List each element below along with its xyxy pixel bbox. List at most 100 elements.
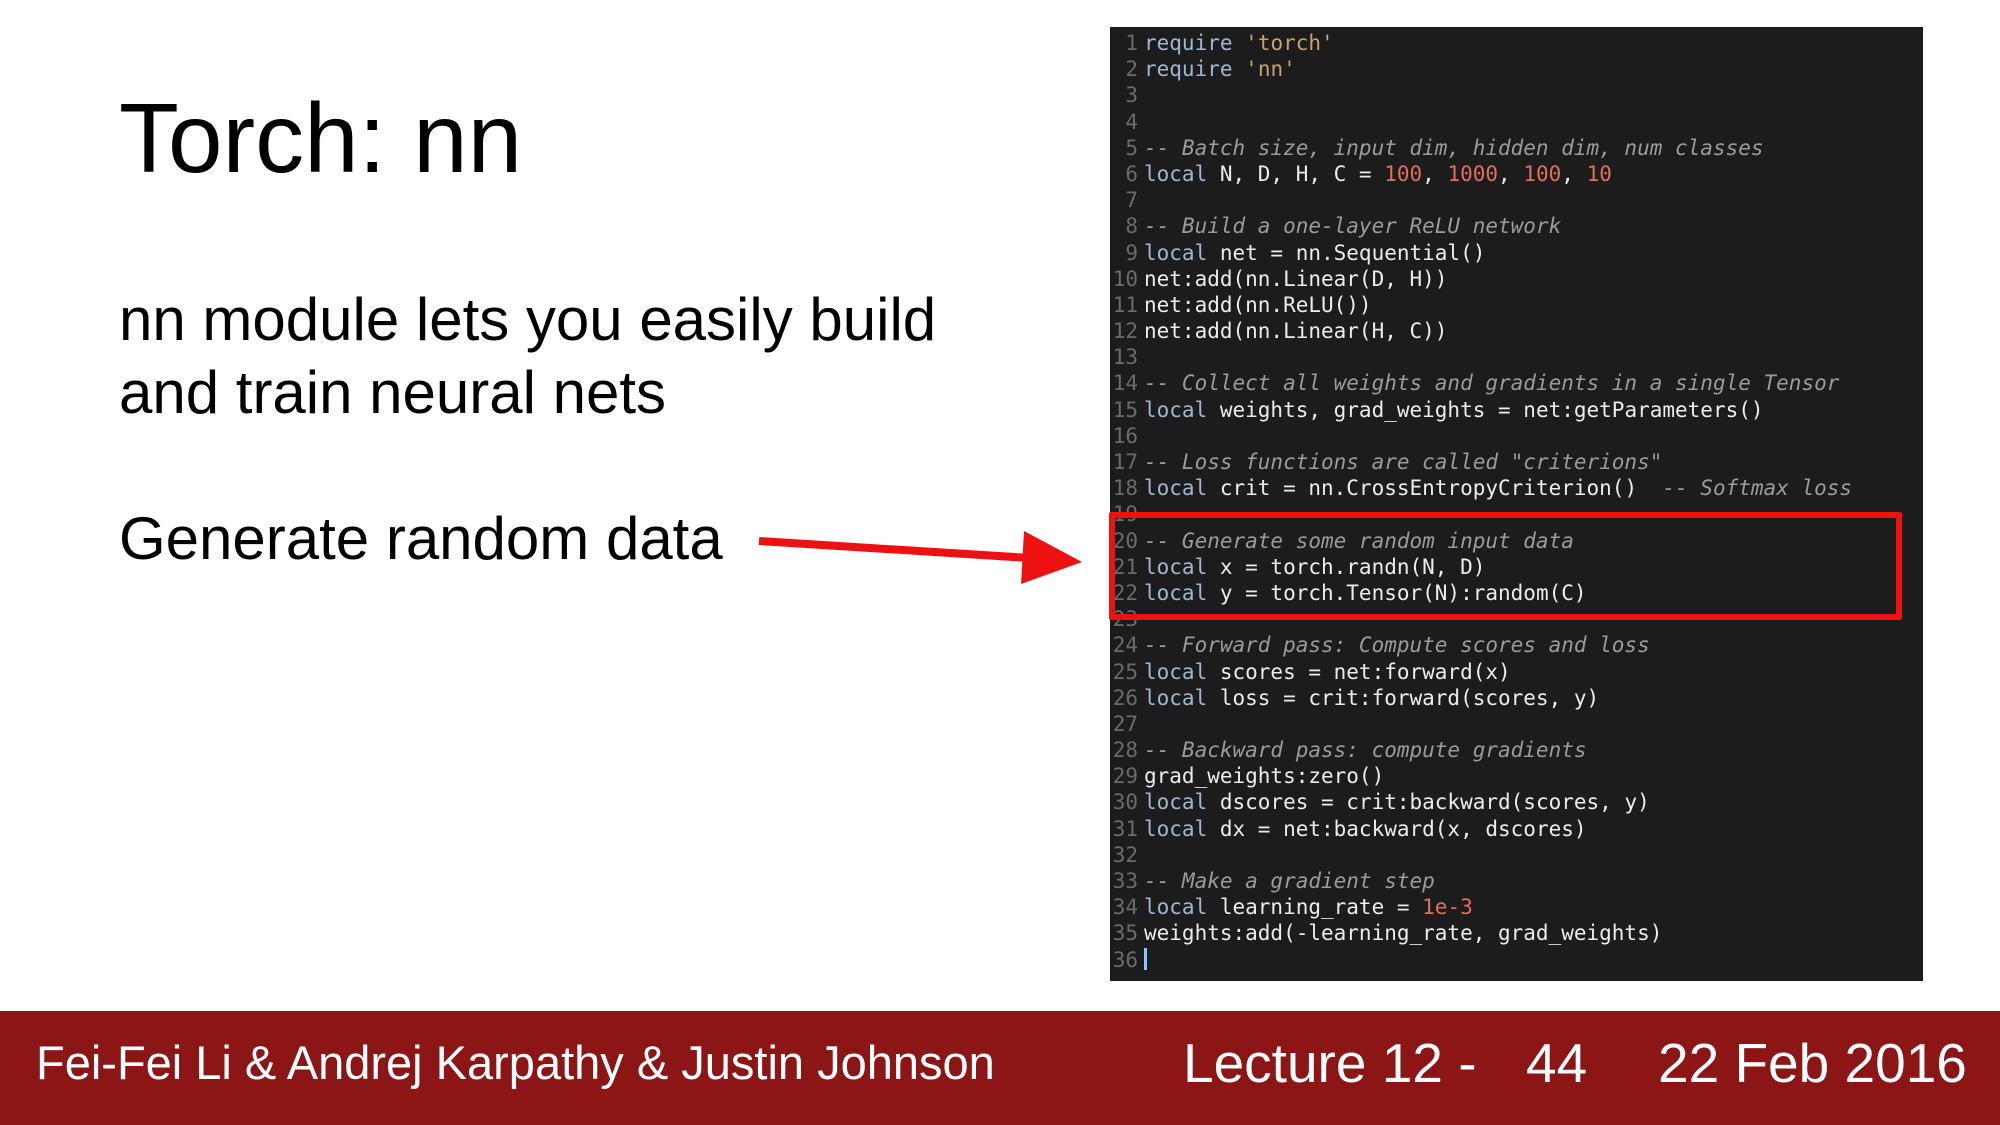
- code-token: N, D, H, C =: [1207, 161, 1385, 186]
- footer-lecture: Lecture 12 -: [1183, 1032, 1477, 1094]
- code-token: 100: [1523, 161, 1562, 186]
- code-token: grad_weights:zero(): [1144, 764, 1385, 789]
- code-token: ,: [1498, 161, 1524, 186]
- line-number: 27: [1112, 711, 1138, 736]
- code-line: 3: [1110, 82, 1923, 108]
- code-line: 27: [1110, 711, 1923, 737]
- line-number: 11: [1112, 292, 1138, 317]
- code-lines: 1 require 'torch' 2 require 'nn' 3 4 5 -- Batch…: [1110, 30, 1923, 973]
- code-line: 26 local loss = crit:forward(scores, y): [1110, 685, 1923, 711]
- code-line: 24 -- Forward pass: Compute scores and lo…: [1110, 632, 1923, 658]
- code-token: -- Batch size, input dim, hidden dim, nu…: [1144, 135, 1764, 160]
- code-token: local: [1144, 816, 1208, 841]
- code-token: -- Collect all weights and gradients in …: [1144, 371, 1840, 396]
- footer-authors: Fei-Fei Li & Andrej Karpathy & Justin Jo…: [36, 1036, 995, 1089]
- line-number: 2: [1125, 57, 1138, 82]
- code-token: local: [1144, 895, 1208, 920]
- code-token: weights, grad_weights = net:getParameter…: [1207, 397, 1764, 422]
- code-token: require: [1144, 57, 1233, 82]
- code-line: 8 -- Build a one-layer ReLU network: [1110, 213, 1923, 239]
- code-line: 10 net:add(nn.Linear(D, H)): [1110, 266, 1923, 292]
- code-token: -- Make a gradient step: [1144, 869, 1435, 893]
- code-line: 29 grad_weights:zero(): [1110, 763, 1923, 789]
- code-token: loss = crit:forward(scores, y): [1207, 685, 1600, 710]
- line-number: 6: [1125, 161, 1138, 186]
- code-line: 35 weights:add(-learning_rate, grad_weigh…: [1110, 920, 1923, 946]
- code-line: 30 local dscores = crit:backward(scores, …: [1110, 789, 1923, 815]
- footer-date: 22 Feb 2016: [1658, 1032, 1967, 1094]
- line-number: 8: [1125, 214, 1138, 239]
- line-number: 7: [1125, 188, 1138, 213]
- footer-page-number: 44: [1526, 1032, 1588, 1094]
- code-token: ,: [1561, 161, 1587, 186]
- description-line-1: nn module lets you easily build: [119, 286, 937, 353]
- code-token: -- Backward pass: compute gradients: [1144, 738, 1587, 763]
- code-line: 32: [1110, 842, 1923, 868]
- code-token: dscores = crit:backward(scores, y): [1207, 790, 1650, 815]
- code-line: 28 -- Backward pass: compute gradients: [1110, 737, 1923, 763]
- line-number: 32: [1112, 842, 1138, 867]
- code-line: 9 local net = nn.Sequential(): [1110, 240, 1923, 266]
- line-number: 30: [1112, 790, 1138, 815]
- line-number: 14: [1112, 371, 1138, 396]
- code-token: 'torch': [1245, 31, 1334, 55]
- code-line: 1 require 'torch': [1110, 30, 1923, 56]
- code-token: local: [1144, 161, 1208, 186]
- line-number: 15: [1112, 397, 1138, 422]
- description-line-2: and train neural nets: [119, 359, 667, 426]
- code-line: 17 -- Loss functions are called "criterio…: [1110, 449, 1923, 475]
- code-token: local: [1144, 685, 1208, 710]
- line-number: 16: [1112, 423, 1138, 448]
- code-line: 7: [1110, 187, 1923, 213]
- code-line: 13: [1110, 344, 1923, 370]
- code-token: -- Loss functions are called "criterions…: [1144, 450, 1663, 474]
- callout-text: Generate random data: [119, 505, 723, 572]
- code-token: learning_rate =: [1207, 895, 1423, 920]
- line-number: 28: [1112, 738, 1138, 763]
- line-number: 26: [1112, 685, 1138, 710]
- text-cursor: [1144, 947, 1147, 970]
- code-line: 15 local weights, grad_weights = net:getP…: [1110, 397, 1923, 423]
- code-token: net:add(nn.Linear(H, C)): [1144, 319, 1448, 344]
- line-number: 36: [1112, 947, 1138, 972]
- code-token: local: [1144, 790, 1208, 815]
- code-line: 5 -- Batch size, input dim, hidden dim, n…: [1110, 135, 1923, 161]
- code-editor: 1 require 'torch' 2 require 'nn' 3 4 5 -- Batch…: [1110, 27, 1923, 981]
- code-line: 14 -- Collect all weights and gradients i…: [1110, 370, 1923, 396]
- code-line: 6 local N, D, H, C = 100, 1000, 100, 10: [1110, 161, 1923, 187]
- code-token: -- Softmax loss: [1662, 476, 1853, 501]
- highlight-box: [1109, 512, 1902, 620]
- code-line: 12 net:add(nn.Linear(H, C)): [1110, 318, 1923, 344]
- code-token: 10: [1586, 161, 1612, 186]
- code-token: local: [1144, 476, 1208, 501]
- line-number: 17: [1112, 450, 1138, 474]
- code-token: 1000: [1447, 161, 1499, 186]
- code-line: 25 local scores = net:forward(x): [1110, 659, 1923, 685]
- code-token: scores = net:forward(x): [1207, 659, 1511, 684]
- code-token: net = nn.Sequential(): [1207, 240, 1486, 265]
- code-token: local: [1144, 659, 1208, 684]
- code-token: 1e-3: [1422, 895, 1473, 920]
- line-number: 34: [1112, 895, 1138, 920]
- code-token: local: [1144, 397, 1208, 422]
- line-number: 9: [1125, 240, 1138, 265]
- code-token: -- Build a one-layer ReLU network: [1144, 214, 1562, 239]
- code-line: 31 local dx = net:backward(x, dscores): [1110, 816, 1923, 842]
- code-token: 100: [1384, 161, 1423, 186]
- line-number: 25: [1112, 659, 1138, 684]
- code-token: net:add(nn.Linear(D, H)): [1144, 266, 1448, 291]
- code-token: dx = net:backward(x, dscores): [1207, 816, 1587, 841]
- line-number: 5: [1125, 135, 1138, 160]
- code-token: net:add(nn.ReLU()): [1144, 292, 1372, 317]
- code-token: -- Forward pass: Compute scores and loss: [1144, 633, 1650, 658]
- code-token: 'nn': [1245, 57, 1296, 82]
- line-number: 24: [1112, 633, 1138, 658]
- code-line: 11 net:add(nn.ReLU()): [1110, 292, 1923, 318]
- code-line: 4: [1110, 109, 1923, 135]
- code-line: 34 local learning_rate = 1e-3: [1110, 894, 1923, 920]
- code-token: ,: [1422, 161, 1448, 186]
- line-number: 10: [1112, 266, 1138, 291]
- line-number: 12: [1112, 319, 1138, 344]
- line-number: 29: [1112, 764, 1138, 789]
